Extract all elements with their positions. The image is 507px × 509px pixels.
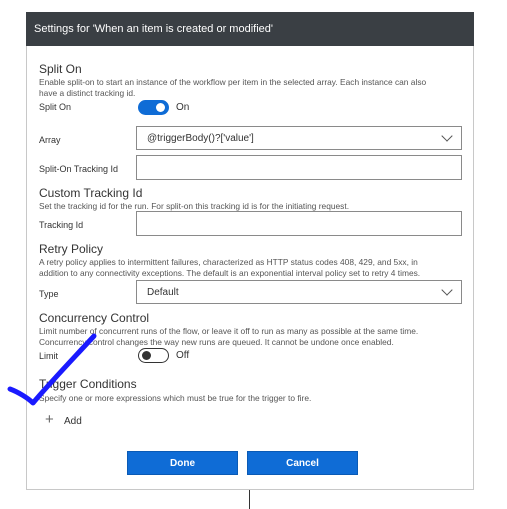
checkmark-annotation bbox=[7, 333, 97, 406]
checkmark-stroke bbox=[7, 333, 97, 406]
